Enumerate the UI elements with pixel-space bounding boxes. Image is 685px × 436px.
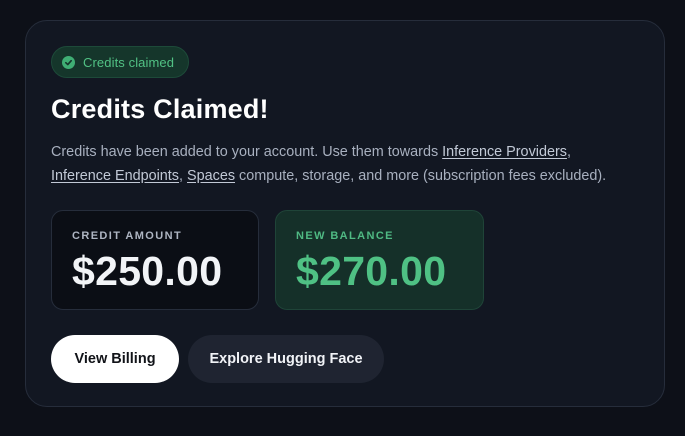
credit-amount-value: $250.00 xyxy=(72,248,223,294)
credit-amount-label: CREDIT AMOUNT xyxy=(72,230,183,242)
description-separator: , xyxy=(566,144,571,160)
new-balance-label: NEW BALANCE xyxy=(296,230,394,242)
credit-amount-card: CREDIT AMOUNT $250.00 xyxy=(51,210,259,310)
status-badge-label: Credits claimed xyxy=(83,54,175,70)
status-badge: Credits claimed xyxy=(51,46,190,78)
credits-claimed-card: Credits claimed Credits Claimed! Credits… xyxy=(25,20,665,407)
description-text: compute, storage, and more (subscription… xyxy=(235,167,607,184)
new-balance-value: $270.00 xyxy=(296,248,447,294)
check-circle-icon xyxy=(62,55,75,69)
description-separator: , xyxy=(179,167,188,184)
description-text: Credits have been added to your account.… xyxy=(51,144,443,160)
description: Credits have been added to your account.… xyxy=(51,141,641,188)
new-balance-card: NEW BALANCE $270.00 xyxy=(275,210,484,310)
explore-hugging-face-button[interactable]: Explore Hugging Face xyxy=(188,335,384,383)
view-billing-button[interactable]: View Billing xyxy=(51,335,179,383)
page-title: Credits Claimed! xyxy=(51,94,269,124)
spaces-link[interactable]: Spaces xyxy=(187,168,235,184)
inference-providers-link[interactable]: Inference Providers xyxy=(442,144,567,160)
inference-endpoints-link[interactable]: Inference Endpoints xyxy=(51,168,179,184)
